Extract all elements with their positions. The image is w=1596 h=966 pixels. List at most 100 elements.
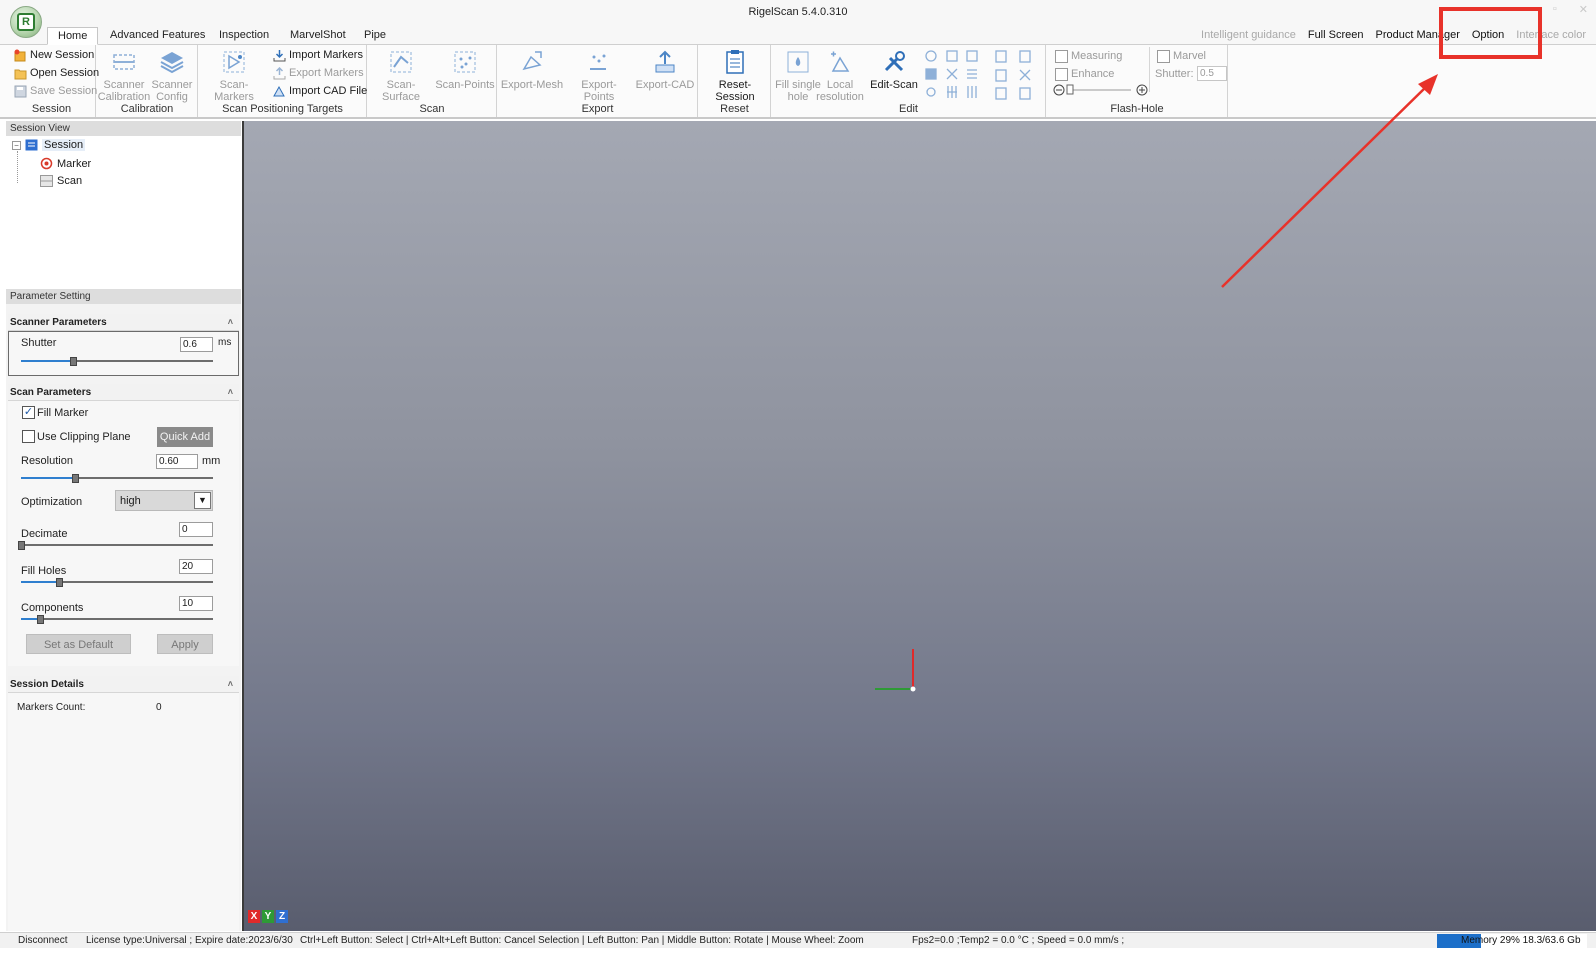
new-session-button[interactable]: New Session	[14, 47, 94, 64]
scan-points-button[interactable]: Scan-Points	[434, 48, 496, 91]
components-slider[interactable]	[21, 615, 213, 624]
x-axis-view-button[interactable]: X	[248, 910, 260, 923]
calibration-group: Scanner Calibration Scanner Config Calib…	[97, 45, 198, 117]
local-resolution-label-2: resolution	[816, 91, 864, 103]
marvel-checkbox[interactable]	[1157, 50, 1170, 63]
scanner-config-label-1: Scanner	[151, 79, 193, 91]
scan-parameters-header[interactable]: Scan Parameters ˄	[8, 384, 239, 401]
local-resolution-icon	[826, 48, 854, 76]
decimate-field[interactable]: 0	[179, 522, 213, 537]
import-markers-button[interactable]: Import Markers	[273, 47, 363, 64]
measuring-label: Measuring	[1071, 50, 1123, 62]
scan-surface-button[interactable]: Scan-Surface	[370, 48, 432, 103]
markers-count-value: 0	[156, 702, 162, 713]
y-axis-view-button[interactable]: Y	[262, 910, 274, 923]
app-logo-button[interactable]: R	[10, 6, 42, 38]
decimate-slider[interactable]	[18, 541, 213, 550]
tab-inspection[interactable]: Inspection	[209, 27, 279, 45]
session-details-header[interactable]: Session Details ˄	[8, 676, 239, 693]
restore-button[interactable]: ▫	[1553, 3, 1557, 16]
tab-marvelshot[interactable]: MarvelShot	[280, 27, 356, 45]
tab-pipe[interactable]: Pipe	[354, 27, 396, 45]
local-resolution-button[interactable]: Local resolution	[816, 48, 864, 103]
apply-button[interactable]: Apply	[157, 634, 213, 654]
scanner-calibration-button[interactable]: Scanner Calibration	[98, 48, 150, 103]
scan-points-label: Scan-Points	[435, 79, 495, 91]
tree-item-marker[interactable]: Marker	[40, 157, 91, 170]
tree-item-scan[interactable]: Scan	[40, 175, 82, 187]
resolution-slider-fill	[21, 477, 75, 479]
folder-icon	[14, 69, 27, 80]
connection-status[interactable]: Disconnect	[18, 935, 67, 946]
collapse-caret-icon[interactable]: ˄	[228, 676, 233, 693]
export-cad-button[interactable]: Export-CAD	[634, 48, 696, 91]
full-screen-link[interactable]: Full Screen	[1308, 27, 1364, 43]
collapse-icon[interactable]: −	[12, 140, 21, 150]
import-cad-file-button[interactable]: Import CAD File	[273, 83, 367, 100]
measuring-checkbox[interactable]	[1055, 50, 1068, 63]
tab-home[interactable]: Home	[47, 27, 99, 45]
import-cad-file-label: Import CAD File	[289, 85, 368, 97]
set-as-default-button[interactable]: Set as Default	[26, 634, 131, 654]
ribbon-tab-row: Home Advanced Features Inspection Marvel…	[0, 24, 1596, 45]
mouse-hints: Ctrl+Left Button: Select | Ctrl+Alt+Left…	[300, 935, 864, 946]
tab-advanced-features[interactable]: Advanced Features	[100, 27, 215, 45]
decimate-slider-thumb[interactable]	[18, 541, 25, 550]
intelligent-guidance-link[interactable]: Intelligent guidance	[1201, 27, 1296, 43]
use-clipping-plane-checkbox[interactable]	[22, 430, 35, 443]
close-button[interactable]: ✕	[1579, 3, 1588, 16]
collapse-caret-icon[interactable]: ˄	[228, 314, 233, 331]
fill-single-hole-button[interactable]: Fill single hole	[774, 48, 822, 103]
resolution-unit: mm	[202, 455, 221, 467]
fill-holes-slider[interactable]	[21, 578, 213, 587]
export-mesh-icon	[518, 48, 546, 76]
marvel-label: Marvel	[1173, 50, 1207, 62]
fill-holes-field[interactable]: 20	[179, 559, 213, 574]
fill-marker-checkbox[interactable]: ✓	[22, 406, 35, 419]
collapse-caret-icon[interactable]: ˄	[228, 384, 233, 401]
dropdown-arrow-icon[interactable]: ▼	[194, 492, 211, 509]
scanner-parameters-header[interactable]: Scanner Parameters ˄	[8, 314, 239, 331]
tree-item-session[interactable]: − Session	[12, 139, 86, 151]
shutter-slider-fill	[21, 360, 73, 362]
scanner-config-button[interactable]: Scanner Config	[149, 48, 195, 103]
reset-session-button[interactable]: Reset-Session	[702, 48, 768, 103]
export-mesh-button[interactable]: Export-Mesh	[500, 48, 564, 91]
export-points-button[interactable]: Export-Points	[566, 48, 632, 103]
save-session-button[interactable]: Save Session	[14, 83, 97, 100]
shutter-field[interactable]: 0.6	[180, 337, 213, 352]
edit-tools-icons	[925, 50, 1031, 100]
scan-parameters-section: Scan Parameters ˄ ✓ Fill Marker Use Clip…	[8, 384, 239, 666]
3d-viewport[interactable]: X Y Z	[242, 121, 1596, 931]
status-bar: Disconnect License type:Universal ; Expi…	[0, 932, 1596, 948]
fill-single-hole-label-1: Fill single	[775, 79, 821, 91]
clipboard-icon	[721, 48, 749, 76]
z-axis-view-button[interactable]: Z	[276, 910, 288, 923]
flash-shutter-label: Shutter:	[1155, 68, 1194, 80]
shutter-slider-thumb[interactable]	[69, 357, 77, 366]
import-markers-label: Import Markers	[289, 49, 363, 61]
flash-hole-group: Measuring Enhance Marvel Shutter: 0.5 Fl…	[1047, 45, 1228, 117]
flash-shutter-field[interactable]: 0.5	[1197, 66, 1227, 81]
session-group-label: Session	[31, 103, 72, 115]
markers-count-label: Markers Count:	[17, 702, 86, 713]
export-markers-button[interactable]: Export Markers	[273, 65, 364, 82]
quick-add-button[interactable]: Quick Add	[157, 427, 213, 447]
resolution-slider[interactable]	[21, 474, 213, 483]
edit-scan-button[interactable]: Edit-Scan	[868, 48, 920, 91]
resolution-field[interactable]: 0.60	[156, 454, 198, 469]
shutter-slider[interactable]	[21, 357, 213, 366]
scanner-parameters-section: Scanner Parameters ˄ Shutter 0.6 ms	[8, 314, 239, 376]
fill-holes-slider-thumb[interactable]	[56, 578, 64, 587]
shutter-label: Shutter	[21, 337, 57, 349]
save-session-label: Save Session	[30, 85, 98, 97]
open-session-button[interactable]: Open Session	[14, 65, 99, 82]
optimization-select[interactable]: high ▼	[115, 490, 213, 511]
components-slider-thumb[interactable]	[37, 615, 45, 624]
scan-markers-button[interactable]: Scan-Markers	[201, 48, 267, 103]
resolution-slider-thumb[interactable]	[71, 474, 79, 483]
enhance-checkbox[interactable]	[1055, 68, 1068, 81]
flash-slider[interactable]	[1053, 83, 1149, 97]
components-field[interactable]: 10	[179, 596, 213, 611]
scan-parameters-title: Scan Parameters	[10, 387, 92, 398]
